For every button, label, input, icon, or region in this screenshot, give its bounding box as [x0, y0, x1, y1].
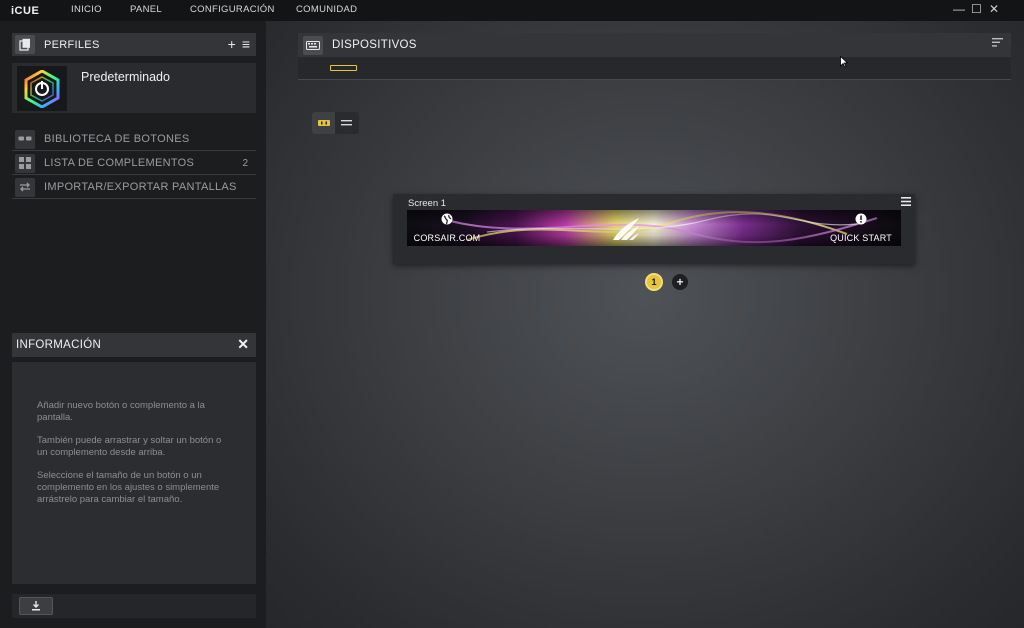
sort-menu-icon[interactable] [992, 38, 1003, 50]
device-strip [298, 57, 1011, 80]
view-toggle [312, 112, 359, 134]
menu-button-library[interactable]: BIBLIOTECA DE BOTONES [12, 128, 256, 151]
screen-title: Screen 1 [408, 198, 447, 209]
screen-preview[interactable]: CORSAIR.COM QUICK START [407, 210, 901, 246]
app-title: iCUE [11, 4, 40, 17]
corsair-link-button[interactable]: CORSAIR.COM [411, 210, 483, 246]
info-title: INFORMACIÓN [16, 339, 102, 351]
device-view-icon [317, 120, 330, 126]
icue-logo-icon [17, 66, 67, 111]
screen-card[interactable]: Screen 1 CORSAIR.COM QUICK START [393, 194, 915, 264]
title-bar: iCUE INICIO PANEL CONFIGURACIÓN COMUNIDA… [0, 0, 1024, 21]
profiles-title: PERFILES [44, 38, 100, 51]
nav-configuracion[interactable]: CONFIGURACIÓN [190, 4, 275, 15]
main-area: DISPOSITIVOS Screen 1 CORSAIR.COM QUICK … [266, 21, 1024, 628]
nav-comunidad[interactable]: COMUNIDAD [296, 4, 357, 15]
devices-header: DISPOSITIVOS [298, 33, 1011, 57]
profiles-header: PERFILES + ≡ [12, 33, 256, 56]
mouse-cursor-icon [840, 55, 849, 71]
keyboard-icon [303, 35, 323, 55]
corsair-link-label: CORSAIR.COM [413, 233, 481, 243]
info-paragraph: Seleccione el tamaño de un botón o un co… [37, 470, 220, 505]
button-library-icon [15, 129, 35, 149]
plugin-count: 2 [242, 157, 248, 169]
profile-item[interactable]: Predeterminado [12, 63, 256, 113]
nav-inicio[interactable]: INICIO [71, 4, 102, 15]
screen-pager: 1 + [645, 273, 688, 291]
add-screen-button[interactable]: + [672, 274, 688, 290]
add-profile-button[interactable]: + [228, 36, 236, 52]
profile-name: Predeterminado [81, 70, 170, 84]
menu-plugin-list[interactable]: LISTA DE COMPLEMENTOS 2 [12, 152, 256, 175]
list-icon [341, 120, 352, 126]
corsair-sails-logo [611, 216, 641, 245]
page-1-button[interactable]: 1 [645, 273, 663, 291]
quick-start-button[interactable]: QUICK START [827, 210, 895, 246]
menu-label: IMPORTAR/EXPORTAR PANTALLAS [44, 181, 237, 193]
import-export-icon [15, 177, 35, 197]
info-paragraph: Añadir nuevo botón o complemento a la pa… [37, 400, 205, 423]
nav-panel[interactable]: PANEL [130, 4, 162, 15]
download-icon [32, 601, 40, 611]
profiles-menu-button[interactable]: ≡ [242, 36, 250, 52]
list-view-button[interactable] [335, 112, 358, 134]
info-header: INFORMACIÓN ✕ [12, 333, 256, 357]
download-button[interactable] [19, 597, 53, 615]
maximize-button[interactable]: ☐ [971, 2, 982, 16]
info-body: Añadir nuevo botón o complemento a la pa… [12, 362, 256, 584]
quick-start-label: QUICK START [830, 233, 892, 243]
grid-view-button[interactable] [312, 112, 335, 134]
hamburger-menu-icon[interactable] [901, 197, 911, 209]
menu-label: BIBLIOTECA DE BOTONES [44, 133, 190, 145]
close-icon[interactable]: ✕ [237, 336, 249, 353]
footer-bar [12, 594, 256, 618]
profiles-icon [15, 35, 35, 54]
left-panel: PERFILES + ≡ Predeterminado BIBLIOTECA D… [0, 21, 266, 628]
grid-icon [15, 153, 35, 173]
close-window-button[interactable]: ✕ [989, 2, 999, 16]
minimize-button[interactable]: — [953, 2, 965, 16]
device-thumbnail[interactable] [330, 65, 357, 71]
menu-import-export[interactable]: IMPORTAR/EXPORTAR PANTALLAS [12, 176, 256, 199]
menu-label: LISTA DE COMPLEMENTOS [44, 157, 195, 169]
info-paragraph: También puede arrastrar y soltar un botó… [37, 435, 222, 458]
globe-icon [441, 213, 453, 225]
devices-title: DISPOSITIVOS [332, 39, 417, 51]
alert-icon [855, 213, 867, 225]
